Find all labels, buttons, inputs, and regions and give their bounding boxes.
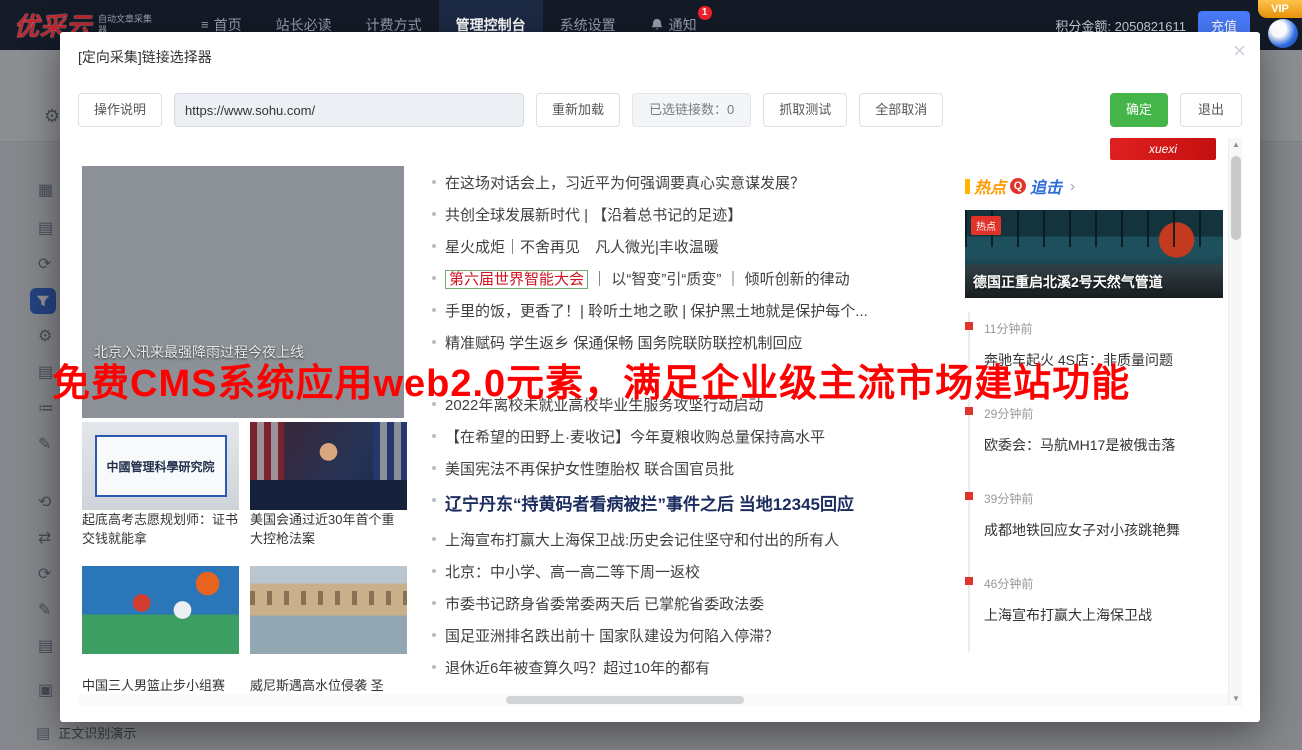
news-link[interactable]: 国足亚洲排名跌出前十 国家队建设为何陷入停滞？ xyxy=(430,625,960,646)
red-square-bullet xyxy=(965,492,973,500)
modal-title: [定向采集]链接选择器 xyxy=(78,47,212,67)
magnifier-q-icon: Q xyxy=(1010,178,1026,194)
hot-news-title[interactable]: 欧委会：马航MH17是被俄击落 xyxy=(984,435,1223,455)
bell-icon xyxy=(650,18,664,32)
hot-topics-column: 热点 Q 追击 › 热点 德国正重启北溪2号天然气管道 11分钟前 奔驰车起火 … xyxy=(965,174,1223,652)
news-link[interactable]: 上海宣布打赢大上海保卫战:历史会记住坚守和付出的所有人 xyxy=(430,529,960,550)
thumb-caption[interactable]: 中国三人男篮止步小组赛 xyxy=(82,676,239,695)
hot-news-item[interactable]: 39分钟前 成都地铁回应女子对小孩跳艳舞 xyxy=(970,482,1223,567)
thumb-caption[interactable]: 威尼斯遇高水位侵袭 圣 xyxy=(250,676,405,695)
news-link[interactable]: 美国宪法不再保护女性堕胎权 联合国官员批 xyxy=(430,458,960,479)
corner-logo-icon xyxy=(1268,19,1298,48)
grab-test-button[interactable]: 抓取测试 xyxy=(763,93,847,127)
hot-news-title[interactable]: 成都地铁回应女子对小孩跳艳舞 xyxy=(984,520,1223,540)
help-button[interactable]: 操作说明 xyxy=(78,93,162,127)
news-link[interactable]: 退休近6年被查算久吗？超过10年的都有 xyxy=(430,657,960,678)
news-link-rest[interactable]: ｜ 以“智变”引“质变” ｜ 倾听创新的律动 xyxy=(588,271,850,288)
scroll-up-arrow[interactable]: ▲ xyxy=(1229,138,1242,152)
horizontal-scrollbar[interactable] xyxy=(78,694,1228,706)
hot-tag: 热点 xyxy=(971,216,1001,235)
news-link[interactable]: 在这场对话会上，习近平为何强调要真心实意谋发展？ xyxy=(430,172,960,193)
vip-badge[interactable]: VIP xyxy=(1258,0,1302,18)
news-link[interactable]: 北京：中小学、高一高二等下周一返校 xyxy=(430,561,960,582)
hot-topic-image[interactable]: 热点 德国正重启北溪2号天然气管道 xyxy=(965,210,1223,298)
news-link-featured[interactable]: 辽宁丹东“持黄码者看病被拦”事件之后 当地12345回应 xyxy=(430,490,960,515)
hot-news-time: 39分钟前 xyxy=(984,490,1223,507)
cancel-all-button[interactable]: 全部取消 xyxy=(859,93,943,127)
notification-badge: 1 xyxy=(698,6,712,20)
modal-toolbar: 操作说明 重新加载 已选链接数：0 抓取测试 全部取消 确定 退出 xyxy=(78,92,1242,128)
confirm-button[interactable]: 确定 xyxy=(1110,93,1168,127)
close-icon[interactable]: × xyxy=(1233,40,1246,62)
hot-news-item[interactable]: 46分钟前 上海宣布打赢大上海保卫战 xyxy=(970,567,1223,652)
news-link[interactable]: 星火成炬｜不舍再见 凡人微光|丰收温暖 xyxy=(430,236,960,257)
reload-button[interactable]: 重新加载 xyxy=(536,93,620,127)
academy-sign: 中國管理科學研究院 xyxy=(95,435,227,497)
highlighted-link-box[interactable]: 第六届世界智能大会 xyxy=(445,270,588,289)
promo-ribbon[interactable]: xuexi xyxy=(1110,138,1216,160)
news-link[interactable]: 共创全球发展新时代 | 【沿着总书记的足迹】 xyxy=(430,204,960,225)
url-input[interactable] xyxy=(174,93,524,127)
hot-image-caption[interactable]: 德国正重启北溪2号天然气管道 xyxy=(973,272,1163,292)
promo-overlay-text: 免费CMS系统应用web2.0元素，满足企业级主流市场建站功能 xyxy=(52,352,1130,407)
horizontal-scrollbar-thumb[interactable] xyxy=(506,696,744,704)
news-link[interactable]: 【在希望的田野上·麦收记】今年夏粮收购总量保持高水平 xyxy=(430,426,960,447)
news-link[interactable]: 市委书记跻身省委常委两天后 已掌舵省委政法委 xyxy=(430,593,960,614)
scroll-down-arrow[interactable]: ▼ xyxy=(1229,692,1242,706)
embedded-webpage: xuexi 北京入汛来最强降雨过程今夜上线 中國管理科學研究院 起底高考志愿规划… xyxy=(78,138,1242,706)
thumb-management-academy[interactable]: 中國管理科學研究院 xyxy=(82,422,239,510)
accent-bar xyxy=(965,179,970,194)
hot-news-title[interactable]: 上海宣布打赢大上海保卫战 xyxy=(984,605,1223,625)
news-link[interactable]: 第六届世界智能大会 ｜ 以“智变”引“质变” ｜ 倾听创新的律动 xyxy=(430,268,960,289)
exit-button[interactable]: 退出 xyxy=(1180,93,1242,127)
vertical-scrollbar-thumb[interactable] xyxy=(1231,156,1241,240)
red-square-bullet xyxy=(965,407,973,415)
hot-news-time: 46分钟前 xyxy=(984,575,1223,592)
hot-brand-left: 热点 xyxy=(974,174,1006,198)
thumb-basketball[interactable] xyxy=(82,566,239,654)
news-link[interactable]: 手里的饭，更香了！| 聆听土地之歌 | 保护黑土地就是保护每个... xyxy=(430,300,960,321)
selected-count-box: 已选链接数：0 xyxy=(632,93,751,127)
thumb-caption[interactable]: 美国会通过近30年首个重大控枪法案 xyxy=(250,510,405,548)
hot-topics-header[interactable]: 热点 Q 追击 › xyxy=(965,174,1223,198)
thumb-biden-speech[interactable] xyxy=(250,422,407,510)
red-square-bullet xyxy=(965,577,973,585)
news-link[interactable]: 精准赋码 学生返乡 保通保畅 国务院联防联控机制回应 xyxy=(430,332,960,353)
hot-news-time: 29分钟前 xyxy=(984,405,1223,422)
hot-brand-right: 追击 xyxy=(1030,174,1062,198)
vertical-scrollbar[interactable]: ▲ ▼ xyxy=(1228,138,1242,706)
news-list: 在这场对话会上，习近平为何强调要真心实意谋发展？ 共创全球发展新时代 | 【沿着… xyxy=(430,172,960,689)
red-square-bullet xyxy=(965,322,973,330)
hot-news-item[interactable]: 29分钟前 欧委会：马航MH17是被俄击落 xyxy=(970,397,1223,482)
hot-news-time: 11分钟前 xyxy=(984,320,1223,337)
chevron-right-icon[interactable]: › xyxy=(1070,178,1075,195)
thumb-venice-flood[interactable] xyxy=(250,566,407,654)
thumb-caption[interactable]: 起底高考志愿规划师：证书交钱就能拿 xyxy=(82,510,239,548)
